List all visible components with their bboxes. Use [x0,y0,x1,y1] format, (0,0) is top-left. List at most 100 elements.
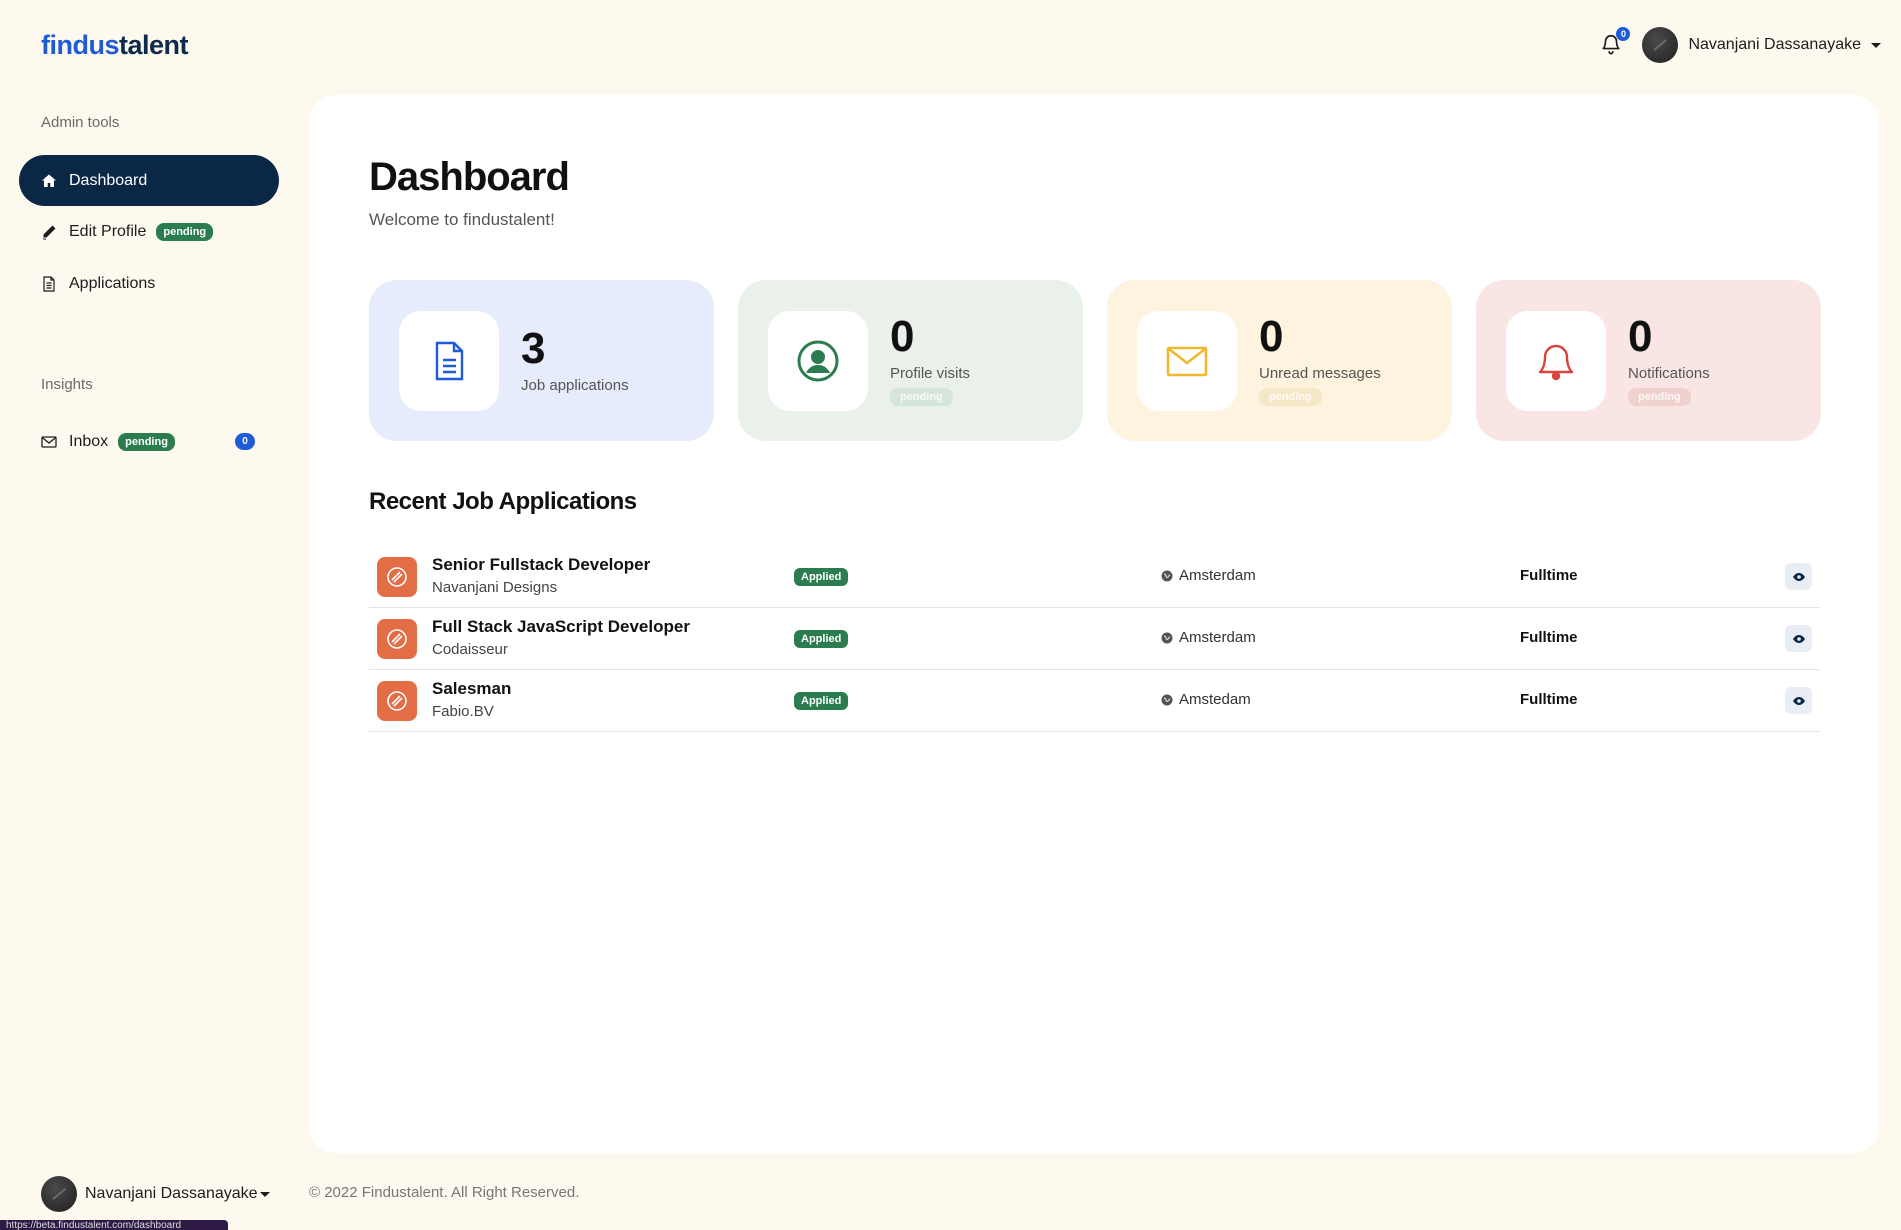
eye-icon [1792,572,1805,581]
stat-label: Profile visits [890,365,971,382]
eye-icon [1792,696,1805,705]
company-logo-icon [387,628,407,649]
sidebar-heading-insights: Insights [41,376,93,393]
stat-text: 0 Profile visits pending [890,315,970,406]
browser-status-url: https://beta.findustalent.com/dashboard [0,1220,228,1230]
home-icon [42,174,56,187]
job-type: Fulltime [1520,629,1578,646]
inbox-count-badge: 0 [235,433,255,450]
status-badge: Applied [794,692,849,710]
sidebar-item-label: Edit Profile [69,222,147,240]
company-logo-icon [387,566,407,587]
job-type: Fulltime [1520,567,1578,584]
topbar-user-area: 0 Navanjani Dassanayake [1600,27,1881,63]
company-logo [377,680,417,721]
view-button[interactable] [1785,563,1812,590]
avatar [1642,27,1679,63]
job-location: Amsterdam [1161,629,1256,646]
avatar [41,1176,77,1212]
chevron-down-icon [1871,42,1881,48]
company-logo-icon [387,690,407,711]
stat-value: 0 [1259,312,1284,361]
user-name: Navanjani Dassanayake [1688,36,1861,53]
job-applications-list: Senior Fullstack Developer Navanjani Des… [369,546,1820,732]
sidebar-item-applications[interactable]: Applications [19,258,279,309]
stat-label: Unread messages [1259,365,1381,382]
globe-icon [1161,570,1173,581]
recent-applications-heading: Recent Job Applications [369,488,637,515]
sidebar-heading-admin: Admin tools [41,114,120,131]
view-button[interactable] [1785,625,1812,652]
sidebar-item-label: Dashboard [69,171,148,189]
stat-card-job-applications[interactable]: 3 Job applications [369,280,714,441]
footer-copyright: © 2022 Findustalent. All Right Reserved. [309,1184,580,1201]
stats-row: 3 Job applications 0 Profile visits pend… [369,280,1821,441]
envelope-icon [1166,346,1208,376]
sidebar: Admin tools Dashboard Edit Profile pendi… [0,0,300,1230]
stat-icon-box [1506,310,1606,411]
stat-text: 0 Notifications pending [1628,315,1710,406]
job-location-text: Amsterdam [1179,567,1256,584]
sidebar-item-label: Applications [69,274,156,292]
pending-badge: pending [118,432,175,451]
company-logo [377,556,417,597]
main-panel: Dashboard Welcome to findustalent! 3 Job… [309,95,1879,1153]
job-row[interactable]: Salesman Fabio.BV Applied Amstedam Fullt… [369,670,1820,732]
stat-card-unread-messages[interactable]: 0 Unread messages pending [1107,280,1452,441]
status-badge: Applied [794,630,849,648]
globe-icon [1161,694,1173,705]
company-logo [377,618,417,659]
job-row[interactable]: Senior Fullstack Developer Navanjani Des… [369,546,1820,608]
notifications-button[interactable]: 0 [1600,27,1631,57]
job-location-text: Amsterdam [1179,629,1256,646]
pencil-icon [43,225,56,239]
notification-count-badge: 0 [1616,27,1631,41]
sidebar-user-menu[interactable]: Navanjani Dassanayake [41,1176,270,1212]
pending-badge: pending [890,388,953,406]
pending-badge: pending [1628,388,1691,406]
job-title: Senior Fullstack Developer [432,555,651,574]
sidebar-user-name: Navanjani Dassanayake [85,1185,258,1202]
view-button[interactable] [1785,687,1812,714]
eye-icon [1792,634,1805,643]
sidebar-item-edit-profile[interactable]: Edit Profile pending [19,206,279,257]
page-subtitle: Welcome to findustalent! [369,210,555,229]
stat-icon-box [768,310,868,411]
page-title: Dashboard [369,155,570,199]
chevron-down-icon [259,1191,270,1197]
document-icon [435,341,464,380]
envelope-icon [41,435,57,448]
user-circle-icon [797,340,839,381]
job-title: Full Stack JavaScript Developer [432,617,690,636]
job-company: Navanjani Designs [432,579,558,596]
stat-label: Notifications [1628,365,1710,382]
job-company: Fabio.BV [432,703,494,720]
stat-icon-box [399,310,499,411]
job-location-text: Amstedam [1179,691,1251,708]
stat-text: 3 Job applications [521,324,629,395]
job-row[interactable]: Full Stack JavaScript Developer Codaisse… [369,608,1820,670]
globe-icon [1161,632,1173,643]
stat-card-profile-visits[interactable]: 0 Profile visits pending [738,280,1083,441]
stat-text: 0 Unread messages pending [1259,315,1381,406]
stat-label: Job applications [521,377,629,394]
pending-badge: pending [156,222,214,241]
pending-badge: pending [1259,388,1322,406]
sidebar-item-inbox[interactable]: Inbox pending 0 [19,416,279,467]
job-title: Salesman [432,679,512,698]
stat-icon-box [1137,310,1237,411]
status-badge: Applied [794,568,849,586]
stat-value: 3 [521,324,546,373]
stat-value: 0 [890,312,915,361]
job-type: Fulltime [1520,691,1578,708]
job-location: Amstedam [1161,691,1251,708]
stat-card-notifications[interactable]: 0 Notifications pending [1476,280,1821,441]
sidebar-item-label: Inbox [69,432,109,450]
sidebar-item-dashboard[interactable]: Dashboard [19,155,279,206]
job-company: Codaisseur [432,641,508,658]
user-menu[interactable]: Navanjani Dassanayake [1642,27,1881,63]
document-icon [43,275,55,292]
stat-value: 0 [1628,312,1653,361]
job-location: Amsterdam [1161,567,1256,584]
bell-icon [1538,344,1574,380]
